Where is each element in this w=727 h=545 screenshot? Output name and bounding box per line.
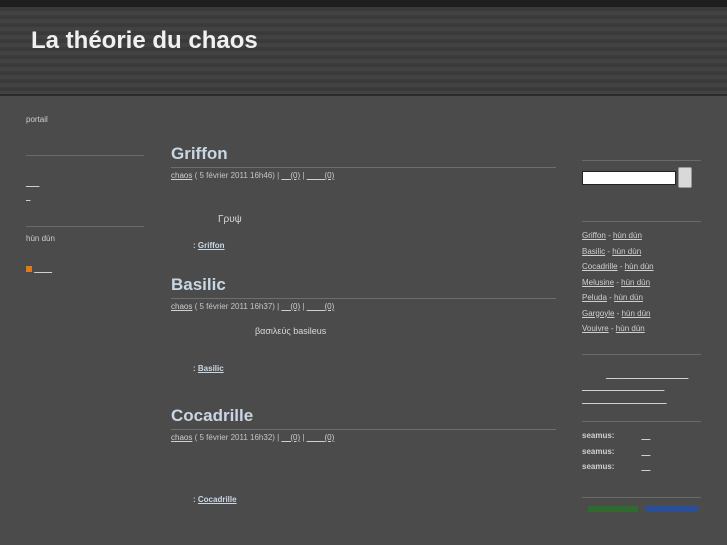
post-author-link[interactable]: chaos	[171, 433, 192, 442]
post-date: ( 5 février 2011 16h37) |	[192, 302, 282, 311]
tag-line[interactable]: __ ___ ____ __ __ ___	[582, 381, 701, 394]
post-category: : Cocadrille	[193, 495, 237, 504]
badge-image[interactable]	[646, 505, 698, 512]
post-divider	[171, 429, 556, 430]
comment-author: seamus:	[582, 431, 615, 440]
right-sidebar: Griffon - hùn dùn Basilic - hùn dùn Coca…	[582, 160, 701, 512]
feed-link[interactable]: ____	[34, 264, 52, 273]
site-header: La théorie du chaos	[0, 7, 727, 96]
trackbacks-link[interactable]: ____(0)	[307, 171, 335, 180]
recent-author-link[interactable]: hùn dùn	[625, 262, 654, 271]
list-item: Melusine - hùn dùn	[582, 275, 701, 291]
rss-feed-icon[interactable]	[26, 265, 32, 272]
separator: -	[617, 262, 625, 271]
sidebar-link-1[interactable]: ___	[26, 178, 39, 187]
divider	[582, 160, 701, 161]
comments-link[interactable]: __(0)	[281, 171, 300, 180]
separator: -	[606, 293, 615, 302]
recent-posts-list: Griffon - hùn dùn Basilic - hùn dùn Coca…	[582, 228, 701, 337]
recent-author-link[interactable]: hùn dùn	[612, 247, 641, 256]
post-title[interactable]: Basilic	[171, 274, 556, 296]
post-date: ( 5 février 2011 16h32) |	[192, 433, 282, 442]
post-body: Γρυψ	[218, 214, 242, 225]
category-link[interactable]: Cocadrille	[198, 495, 237, 504]
post-divider	[171, 167, 556, 168]
category-link[interactable]: Basilic	[198, 364, 224, 373]
post: Griffon chaos ( 5 février 2011 16h46) | …	[171, 143, 556, 274]
recent-post-link[interactable]: Melusine	[582, 278, 614, 287]
recent-author-link[interactable]: hùn dùn	[613, 231, 642, 240]
post-title[interactable]: Griffon	[171, 143, 556, 165]
list-item: Vouivre - hùn dùn	[582, 321, 701, 337]
author-name: hùn dùn	[26, 234, 55, 243]
comment-link[interactable]: __	[641, 462, 650, 471]
recent-author-link[interactable]: hùn dùn	[614, 293, 643, 302]
trackbacks-link[interactable]: ____(0)	[307, 302, 335, 311]
list-item: seamus: __	[582, 459, 701, 475]
list-item: Basilic - hùn dùn	[582, 244, 701, 260]
divider	[26, 155, 144, 156]
list-item: Peluda - hùn dùn	[582, 290, 701, 306]
category-link[interactable]: Griffon	[198, 241, 225, 250]
post-title[interactable]: Cocadrille	[171, 405, 556, 427]
trackbacks-link[interactable]: ____(0)	[307, 433, 335, 442]
top-strip	[0, 0, 727, 7]
recent-post-link[interactable]: Cocadrille	[582, 262, 618, 271]
badge-row	[582, 505, 701, 512]
post-meta: chaos ( 5 février 2011 16h46) | __(0) | …	[171, 171, 556, 180]
list-item: Griffon - hùn dùn	[582, 228, 701, 244]
post-divider	[171, 298, 556, 299]
divider	[582, 353, 701, 355]
post-date: ( 5 février 2011 16h46) |	[192, 171, 282, 180]
recent-post-link[interactable]: Basilic	[582, 247, 605, 256]
comments-link[interactable]: __(0)	[281, 433, 300, 442]
separator: -	[614, 308, 622, 318]
divider	[582, 421, 701, 422]
recent-author-link[interactable]: hùn dùn	[622, 309, 651, 318]
separator: -	[608, 324, 616, 333]
post: Basilic chaos ( 5 février 2011 16h37) | …	[171, 274, 556, 405]
tag-cloud: ____ __ __ ____ ___ _ __ ___ ____ __ __ …	[582, 369, 701, 407]
recent-author-link[interactable]: hùn dùn	[616, 324, 645, 333]
list-item: Cocadrille - hùn dùn	[582, 259, 701, 275]
post-category: : Basilic	[193, 364, 224, 373]
post-meta: chaos ( 5 février 2011 16h32) | __(0) | …	[171, 433, 556, 442]
main-content: Griffon chaos ( 5 février 2011 16h46) | …	[171, 143, 556, 536]
post-author-link[interactable]: chaos	[171, 171, 192, 180]
post-category: : Griffon	[193, 241, 225, 250]
post: Cocadrille chaos ( 5 février 2011 16h32)…	[171, 405, 556, 536]
recent-author-link[interactable]: hùn dùn	[621, 278, 650, 287]
comment-link[interactable]: __	[641, 431, 650, 440]
badge-image[interactable]	[588, 505, 638, 512]
list-item: seamus: __	[582, 444, 701, 460]
site-title[interactable]: La théorie du chaos	[31, 27, 258, 55]
post-body: βασιλεύς basileus	[255, 326, 327, 336]
search-input[interactable]	[582, 171, 676, 185]
recent-post-link[interactable]: Griffon	[582, 231, 606, 240]
divider	[582, 496, 701, 498]
comment-author: seamus:	[582, 446, 615, 456]
separator: -	[605, 231, 613, 240]
comment-author: seamus:	[582, 462, 615, 471]
comments-link[interactable]: __(0)	[281, 302, 300, 311]
post-meta: chaos ( 5 février 2011 16h37) | __(0) | …	[171, 302, 556, 311]
left-sidebar: portail ___ _ hùn dùn ____	[26, 115, 144, 273]
portal-link[interactable]: portail	[26, 115, 144, 124]
tag-line[interactable]: ____ __ __ ____ ___ _	[582, 369, 701, 382]
list-item: Gargoyle - hùn dùn	[582, 306, 701, 322]
recent-post-link[interactable]: Peluda	[582, 293, 607, 302]
sidebar-link-2[interactable]: _	[26, 192, 30, 201]
post-author-link[interactable]: chaos	[171, 302, 192, 311]
search-button[interactable]	[678, 167, 692, 188]
recent-comments-list: seamus: __ seamus: __ seamus: __	[582, 428, 701, 475]
divider	[26, 226, 144, 227]
recent-post-link[interactable]: Gargoyle	[582, 309, 614, 318]
comment-link[interactable]: __	[641, 447, 650, 456]
list-item: seamus: __	[582, 428, 701, 444]
divider	[582, 221, 701, 222]
tag-line[interactable]: __ ___ ___ __ __ __ __	[582, 394, 701, 407]
recent-post-link[interactable]: Vouivre	[582, 324, 609, 333]
